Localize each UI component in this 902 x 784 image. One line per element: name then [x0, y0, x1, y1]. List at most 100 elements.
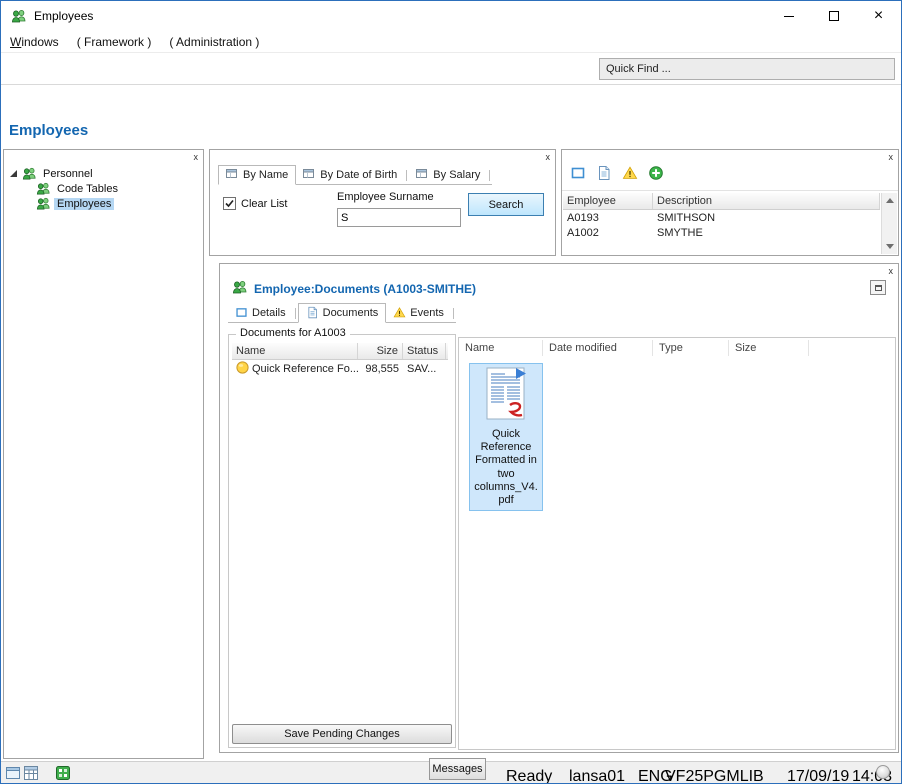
results-toolbar — [570, 165, 664, 181]
app-window: Employees × Windows ( Framework ) ( Admi… — [0, 0, 902, 784]
tree-item-label-selected: Employees — [54, 197, 115, 210]
documents-grid-header: Name Size Status — [232, 343, 448, 360]
pdf-file-icon — [471, 367, 541, 426]
results-panel-close-button[interactable]: x — [889, 151, 894, 164]
file-name-label: Quick Reference Formatted in two columns… — [474, 428, 538, 506]
grid-view-icon[interactable] — [23, 765, 39, 781]
tab-separator — [452, 308, 454, 319]
warning-icon — [393, 306, 406, 319]
scroll-down-icon[interactable] — [882, 239, 898, 254]
table-row[interactable]: A1002 SMYTHE — [563, 225, 880, 240]
tree-panel-close-button[interactable]: x — [194, 151, 199, 164]
close-button[interactable]: × — [856, 1, 901, 31]
minimize-button[interactable] — [766, 1, 811, 31]
tab-label: Documents — [322, 306, 379, 319]
maximize-button[interactable] — [811, 1, 856, 31]
tab-by-name[interactable]: By Name — [218, 165, 297, 185]
table-icon — [303, 168, 316, 181]
people-icon — [36, 196, 51, 211]
close-icon: × — [873, 7, 884, 24]
cell-description: SMYTHE — [657, 226, 703, 239]
save-pending-changes-button[interactable]: Save Pending Changes — [232, 724, 452, 744]
results-grid-header: Employee Description — [563, 193, 880, 210]
cell-employee: A1002 — [567, 226, 599, 239]
menu-framework[interactable]: ( Framework ) — [68, 35, 161, 49]
menu-windows[interactable]: Windows — [1, 35, 68, 49]
tab-separator — [489, 170, 491, 181]
documents-panel-title: Employee:Documents (A1003-SMITHE) — [254, 282, 477, 296]
column-header-description[interactable]: Description — [653, 193, 880, 209]
tree-item-code-tables[interactable]: Code Tables — [10, 181, 121, 196]
document-icon — [306, 306, 319, 319]
document-icon[interactable] — [596, 165, 612, 181]
scroll-up-icon[interactable] — [882, 193, 898, 208]
details-form-icon — [235, 306, 248, 319]
documents-groupbox: Name Size Status Quick Reference Fo... 9… — [228, 334, 456, 748]
people-icon — [22, 166, 37, 181]
column-header-status[interactable]: Status — [403, 343, 446, 359]
results-scrollbar[interactable] — [881, 193, 897, 254]
search-panel-close-button[interactable]: x — [546, 151, 551, 164]
window-layout-icon[interactable] — [5, 765, 21, 781]
tab-label: By Date of Birth — [320, 168, 398, 181]
toolbar-separator — [562, 190, 898, 191]
menu-administration[interactable]: ( Administration ) — [160, 35, 268, 49]
clear-list-checkbox[interactable]: Clear List — [223, 197, 287, 210]
file-list-header: Name Date modified Type Size — [459, 338, 895, 358]
documents-panel-close-button[interactable]: x — [889, 265, 894, 278]
employee-surname-input[interactable] — [337, 208, 461, 227]
pending-status-icon — [236, 361, 249, 377]
app-people-icon — [11, 8, 27, 24]
column-header-name[interactable]: Name — [459, 340, 543, 356]
column-header-name[interactable]: Name — [232, 343, 358, 359]
cell-employee: A0193 — [567, 211, 599, 224]
checkbox-checked-icon — [223, 197, 236, 210]
tab-by-salary[interactable]: By Salary — [409, 166, 487, 184]
search-results-panel: x Employee Description A0193 SMITHSON A1… — [561, 149, 899, 256]
status-date: 17/09/19 — [787, 768, 850, 784]
tab-events[interactable]: Events — [386, 304, 451, 322]
search-tabstrip: By Name By Date of Birth By Salary — [218, 165, 493, 185]
cell-document-size: 98,555 — [365, 363, 399, 375]
warning-icon[interactable] — [622, 165, 638, 181]
status-indicator-ball — [876, 765, 890, 779]
green-app-icon[interactable] — [55, 765, 71, 781]
maximize-icon — [828, 11, 839, 21]
people-icon — [36, 181, 51, 196]
column-header-date-modified[interactable]: Date modified — [543, 340, 653, 356]
search-button[interactable]: Search — [468, 193, 544, 216]
tree-item-label: Personnel — [43, 167, 93, 180]
tab-by-date-of-birth[interactable]: By Date of Birth — [296, 166, 404, 184]
details-form-icon[interactable] — [570, 165, 586, 181]
employee-surname-label: Employee Surname — [337, 191, 434, 203]
employee-documents-panel: x Employee:Documents (A1003-SMITHE) Deta… — [219, 263, 899, 753]
documents-grid: Name Size Status Quick Reference Fo... 9… — [232, 343, 448, 378]
add-plus-icon[interactable] — [648, 165, 664, 181]
tab-separator — [294, 308, 296, 319]
window-title: Employees — [34, 9, 94, 23]
status-library: VF25PGMLIB — [665, 768, 764, 784]
messages-button[interactable]: Messages — [429, 758, 486, 780]
tree-item-label: Code Tables — [57, 182, 118, 195]
column-header-type[interactable]: Type — [653, 340, 729, 356]
tree-item-employees[interactable]: Employees — [10, 196, 121, 211]
file-item-selected[interactable]: Quick Reference Formatted in two columns… — [469, 363, 543, 512]
documents-tabstrip: Details Documents Events — [228, 303, 456, 323]
column-header-size[interactable]: Size — [729, 340, 809, 356]
column-header-size[interactable]: Size — [358, 343, 403, 359]
statusbar-icons — [5, 765, 71, 781]
table-row[interactable]: Quick Reference Fo... 98,555 SAV... — [232, 360, 448, 378]
menubar: Windows ( Framework ) ( Administration ) — [1, 31, 901, 53]
tab-documents[interactable]: Documents — [297, 303, 387, 323]
quick-find-input[interactable] — [599, 58, 895, 80]
tree-item-personnel[interactable]: Personnel — [10, 166, 121, 181]
table-row[interactable]: A0193 SMITHSON — [563, 210, 880, 225]
column-header-employee[interactable]: Employee — [563, 193, 653, 209]
window-controls: × — [766, 1, 901, 31]
file-list-pane: Name Date modified Type Size Quick Refer… — [458, 337, 896, 750]
panel-maximize-button[interactable] — [870, 280, 886, 295]
tree-expander-icon[interactable] — [10, 170, 17, 177]
tab-details[interactable]: Details — [228, 304, 293, 322]
tab-label: By Salary — [433, 168, 481, 181]
employee-search-panel: x By Name By Date of Birth By Salary Cle… — [209, 149, 556, 256]
